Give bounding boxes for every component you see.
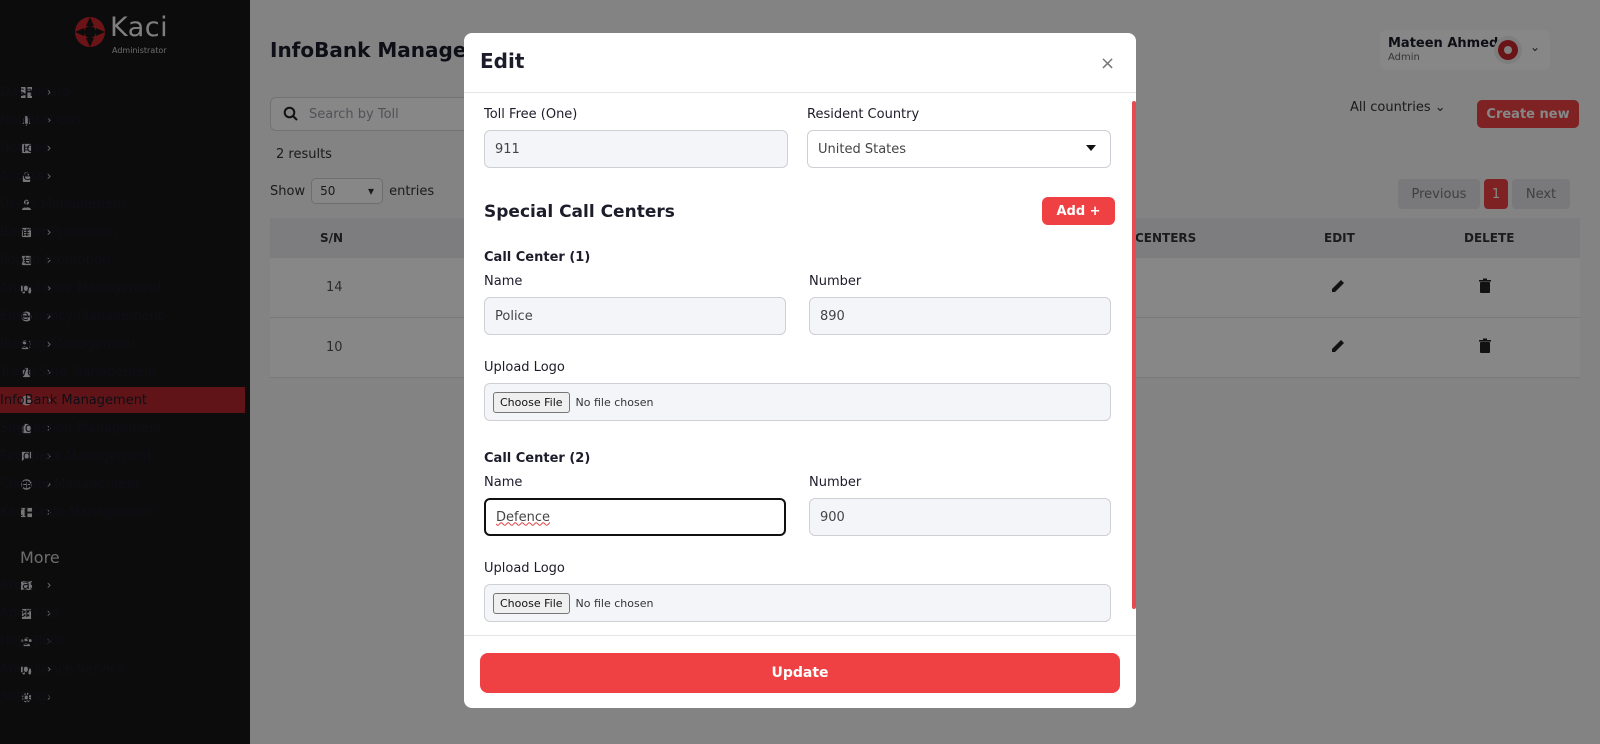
name-label: Name xyxy=(484,274,523,289)
choose-file-button[interactable]: Choose File xyxy=(493,391,570,413)
modal-body: Toll Free (One) 911 Resident Country Uni… xyxy=(464,93,1136,668)
call-center-name-value: Police xyxy=(495,308,533,324)
update-button[interactable]: Update xyxy=(480,653,1120,693)
resident-country-label: Resident Country xyxy=(807,107,920,122)
caret-down-icon xyxy=(1086,145,1096,151)
toll-free-label: Toll Free (One) xyxy=(484,107,578,122)
toll-free-field[interactable]: 911 xyxy=(484,130,788,168)
call-center-number-field[interactable]: 890 xyxy=(809,297,1111,335)
resident-country-select[interactable]: United States xyxy=(807,130,1111,168)
special-call-centers-heading: Special Call Centers xyxy=(484,202,675,222)
edit-modal: Edit × Toll Free (One) 911 Resident Coun… xyxy=(464,33,1136,708)
upload-logo-field: Choose File No file chosen xyxy=(484,383,1111,421)
call-center-heading: Call Center (1) xyxy=(484,250,591,265)
modal-scrollbar[interactable] xyxy=(1132,101,1136,609)
resident-country-value: United States xyxy=(818,141,907,157)
modal-footer: Update xyxy=(464,635,1136,708)
file-status: No file chosen xyxy=(575,395,654,409)
add-call-center-button[interactable]: Add + xyxy=(1042,197,1115,225)
choose-file-button[interactable]: Choose File xyxy=(493,592,570,614)
call-center-name-value: Defence xyxy=(496,509,550,525)
toll-free-value: 911 xyxy=(495,141,520,157)
number-label: Number xyxy=(809,475,862,490)
number-label: Number xyxy=(809,274,862,289)
name-label: Name xyxy=(484,475,523,490)
file-status: No file chosen xyxy=(575,596,654,610)
call-center-number-field[interactable]: 900 xyxy=(809,498,1111,536)
call-center-name-field[interactable]: Police xyxy=(484,297,786,335)
upload-logo-label: Upload Logo xyxy=(484,360,565,375)
call-center-heading: Call Center (2) xyxy=(484,451,591,466)
upload-logo-field: Choose File No file chosen xyxy=(484,584,1111,622)
modal-header: Edit × xyxy=(464,33,1136,93)
call-center-number-value: 900 xyxy=(820,509,845,525)
upload-logo-label: Upload Logo xyxy=(484,561,565,576)
close-icon[interactable]: × xyxy=(1100,53,1115,74)
call-center-number-value: 890 xyxy=(820,308,845,324)
call-center-name-field[interactable]: Defence xyxy=(484,498,786,536)
modal-title: Edit xyxy=(480,49,525,73)
